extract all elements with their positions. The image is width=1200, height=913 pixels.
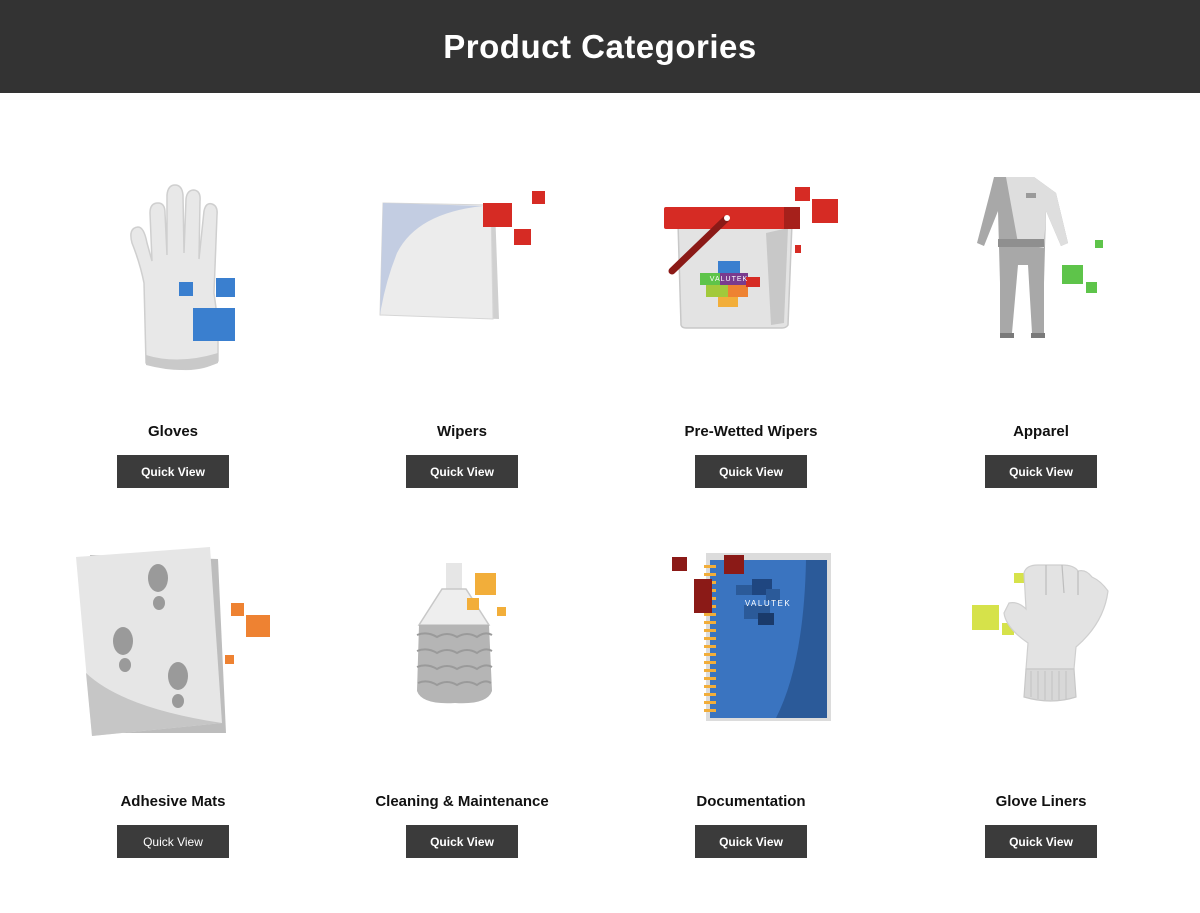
category-name[interactable]: Wipers — [437, 423, 487, 440]
glove-liner-icon[interactable] — [896, 543, 1186, 793]
category-name[interactable]: Gloves — [148, 423, 198, 440]
adhesive-mat-icon[interactable] — [28, 543, 318, 793]
mop-icon[interactable] — [317, 543, 607, 793]
category-name[interactable]: Adhesive Mats — [120, 793, 225, 810]
category-card-glove-liners[interactable]: Glove Liners Quick View — [896, 543, 1186, 858]
category-name[interactable]: Documentation — [696, 793, 805, 810]
quick-view-button[interactable]: Quick View — [406, 455, 518, 488]
bucket-logo: VALUTEK — [710, 276, 748, 283]
category-card-wipers[interactable]: Wipers Quick View — [317, 173, 607, 488]
category-grid: Gloves Quick View Wipers Quick View VALU… — [0, 93, 1200, 913]
category-name[interactable]: Glove Liners — [996, 793, 1087, 810]
quick-view-button[interactable]: Quick View — [985, 455, 1097, 488]
category-card-cleaning-maintenance[interactable]: Cleaning & Maintenance Quick View — [317, 543, 607, 858]
quick-view-button[interactable]: Quick View — [406, 825, 518, 858]
coverall-icon[interactable] — [896, 173, 1186, 423]
wiper-icon[interactable] — [317, 173, 607, 423]
glove-icon[interactable] — [28, 173, 318, 423]
category-name[interactable]: Cleaning & Maintenance — [375, 793, 548, 810]
page-title: Product Categories — [443, 27, 757, 65]
category-card-apparel[interactable]: Apparel Quick View — [896, 173, 1186, 488]
quick-view-button[interactable]: Quick View — [117, 825, 229, 858]
page-header: Product Categories — [0, 0, 1200, 93]
category-name[interactable]: Apparel — [1013, 423, 1069, 440]
notebook-icon[interactable]: VALUTEK — [606, 543, 896, 793]
quick-view-button[interactable]: Quick View — [695, 455, 807, 488]
category-card-gloves[interactable]: Gloves Quick View — [28, 173, 318, 488]
bucket-icon[interactable]: VALUTEK — [606, 173, 896, 423]
category-card-pre-wetted-wipers[interactable]: VALUTEK Pre-Wetted Wipers Quick View — [606, 173, 896, 488]
category-name[interactable]: Pre-Wetted Wipers — [685, 423, 818, 440]
category-card-documentation[interactable]: VALUTEK Documentation Quick View — [606, 543, 896, 858]
notebook-logo: VALUTEK — [745, 599, 791, 608]
quick-view-button[interactable]: Quick View — [695, 825, 807, 858]
quick-view-button[interactable]: Quick View — [117, 455, 229, 488]
category-card-adhesive-mats[interactable]: Adhesive Mats Quick View — [28, 543, 318, 858]
quick-view-button[interactable]: Quick View — [985, 825, 1097, 858]
